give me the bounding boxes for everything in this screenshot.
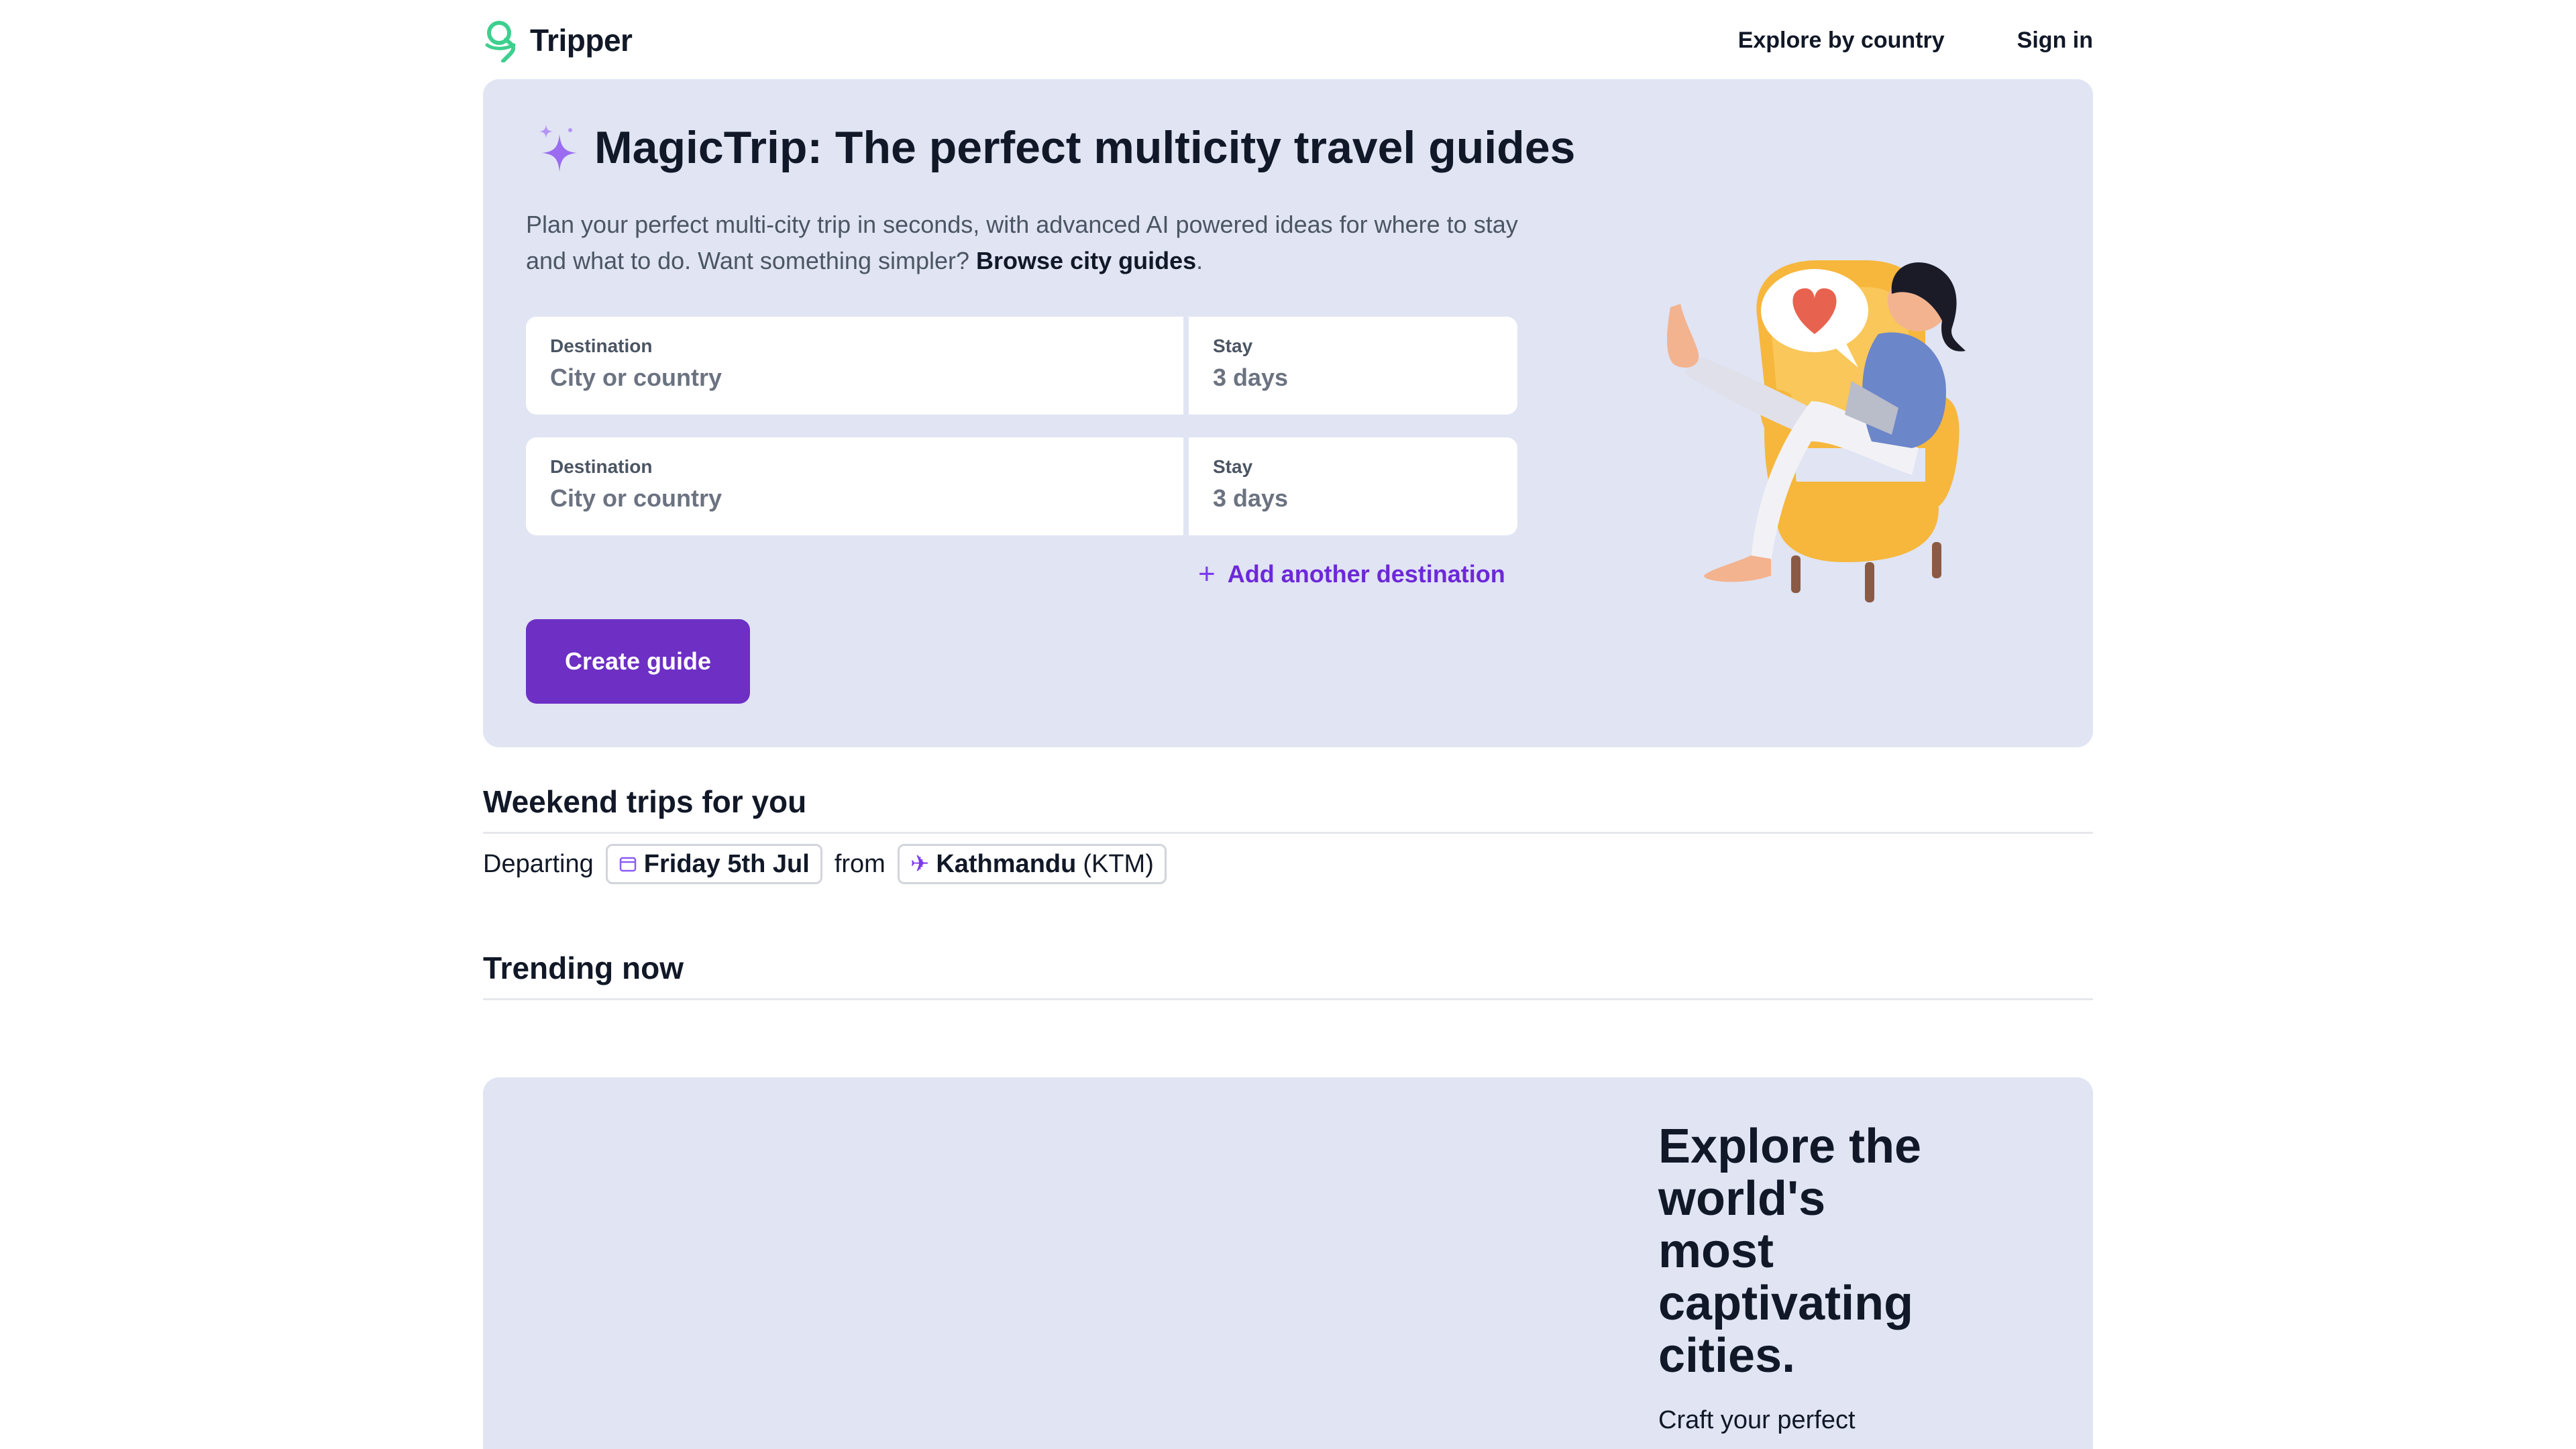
- add-destination-label: Add another destination: [1227, 560, 1505, 588]
- destination-row: Destination City or country Stay 3 days: [526, 317, 1517, 415]
- destination-placeholder: City or country: [550, 364, 722, 391]
- tripper-logo-icon: [485, 21, 516, 62]
- stay-value: 3 days: [1213, 484, 1289, 512]
- hero-title-brand: MagicTrip: [594, 122, 808, 173]
- browse-city-guides-link[interactable]: Browse city guides: [976, 247, 1196, 274]
- explore-description: Craft your perfect: [1658, 1406, 1856, 1434]
- sign-in-link[interactable]: Sign in: [2017, 28, 2093, 54]
- departing-label: Departing: [483, 849, 594, 878]
- stay-field[interactable]: Stay 3 days: [1189, 437, 1517, 535]
- top-header: Tripper Explore by country Sign in: [483, 16, 2093, 64]
- departure-date: Friday 5th Jul: [643, 849, 810, 878]
- destination-label: Destination: [550, 335, 653, 356]
- top-nav: Explore by country Sign in: [1738, 28, 2093, 54]
- stay-label: Stay: [1213, 335, 1253, 356]
- hero-description: Plan your perfect multi-city trip in sec…: [526, 207, 1546, 279]
- hero-title: MagicTrip: The perfect multicity travel …: [535, 121, 1575, 174]
- explore-by-country-link[interactable]: Explore by country: [1738, 28, 1945, 54]
- stay-value: 3 days: [1213, 364, 1289, 391]
- destination-field[interactable]: Destination City or country: [526, 317, 1183, 415]
- origin-code: (KTM): [1083, 849, 1154, 878]
- from-label: from: [834, 849, 885, 878]
- airplane-icon: ✈: [910, 851, 930, 877]
- stay-field[interactable]: Stay 3 days: [1189, 317, 1517, 415]
- add-destination-button[interactable]: + Add another destination: [1198, 559, 1505, 589]
- destination-placeholder: City or country: [550, 484, 722, 512]
- logo[interactable]: Tripper: [483, 18, 633, 62]
- explore-panel: Explore the world's most captivating cit…: [483, 1077, 2093, 1449]
- person-in-armchair-illustration: [1667, 260, 1966, 602]
- destination-row: Destination City or country Stay 3 days: [526, 437, 1517, 535]
- origin-city: Kathmandu: [936, 849, 1077, 878]
- page: Tripper Explore by country Sign in Magic…: [0, 0, 2576, 1449]
- stay-label: Stay: [1213, 456, 1253, 477]
- logo-text: Tripper: [530, 23, 633, 58]
- departing-row: Departing Friday 5th Jul from ✈ Kathmand…: [483, 844, 1167, 884]
- create-guide-button[interactable]: Create guide: [526, 619, 750, 704]
- trending-now-title: Trending now: [483, 950, 2093, 1000]
- destination-label: Destination: [550, 456, 653, 477]
- explore-title: Explore the world's most captivating cit…: [1658, 1120, 1922, 1383]
- magictrip-hero: MagicTrip: The perfect multicity travel …: [483, 79, 2093, 747]
- sparkle-icon: [539, 125, 577, 172]
- weekend-trips-title: Weekend trips for you: [483, 784, 2093, 834]
- calendar-icon: [619, 857, 637, 872]
- hero-title-rest: : The perfect multicity travel guides: [807, 122, 1576, 173]
- hero-description-end: .: [1196, 247, 1203, 274]
- origin-airport-chip[interactable]: ✈ Kathmandu (KTM): [897, 844, 1167, 884]
- destination-field[interactable]: Destination City or country: [526, 437, 1183, 535]
- departure-date-chip[interactable]: Friday 5th Jul: [605, 844, 822, 884]
- plus-icon: +: [1198, 557, 1216, 590]
